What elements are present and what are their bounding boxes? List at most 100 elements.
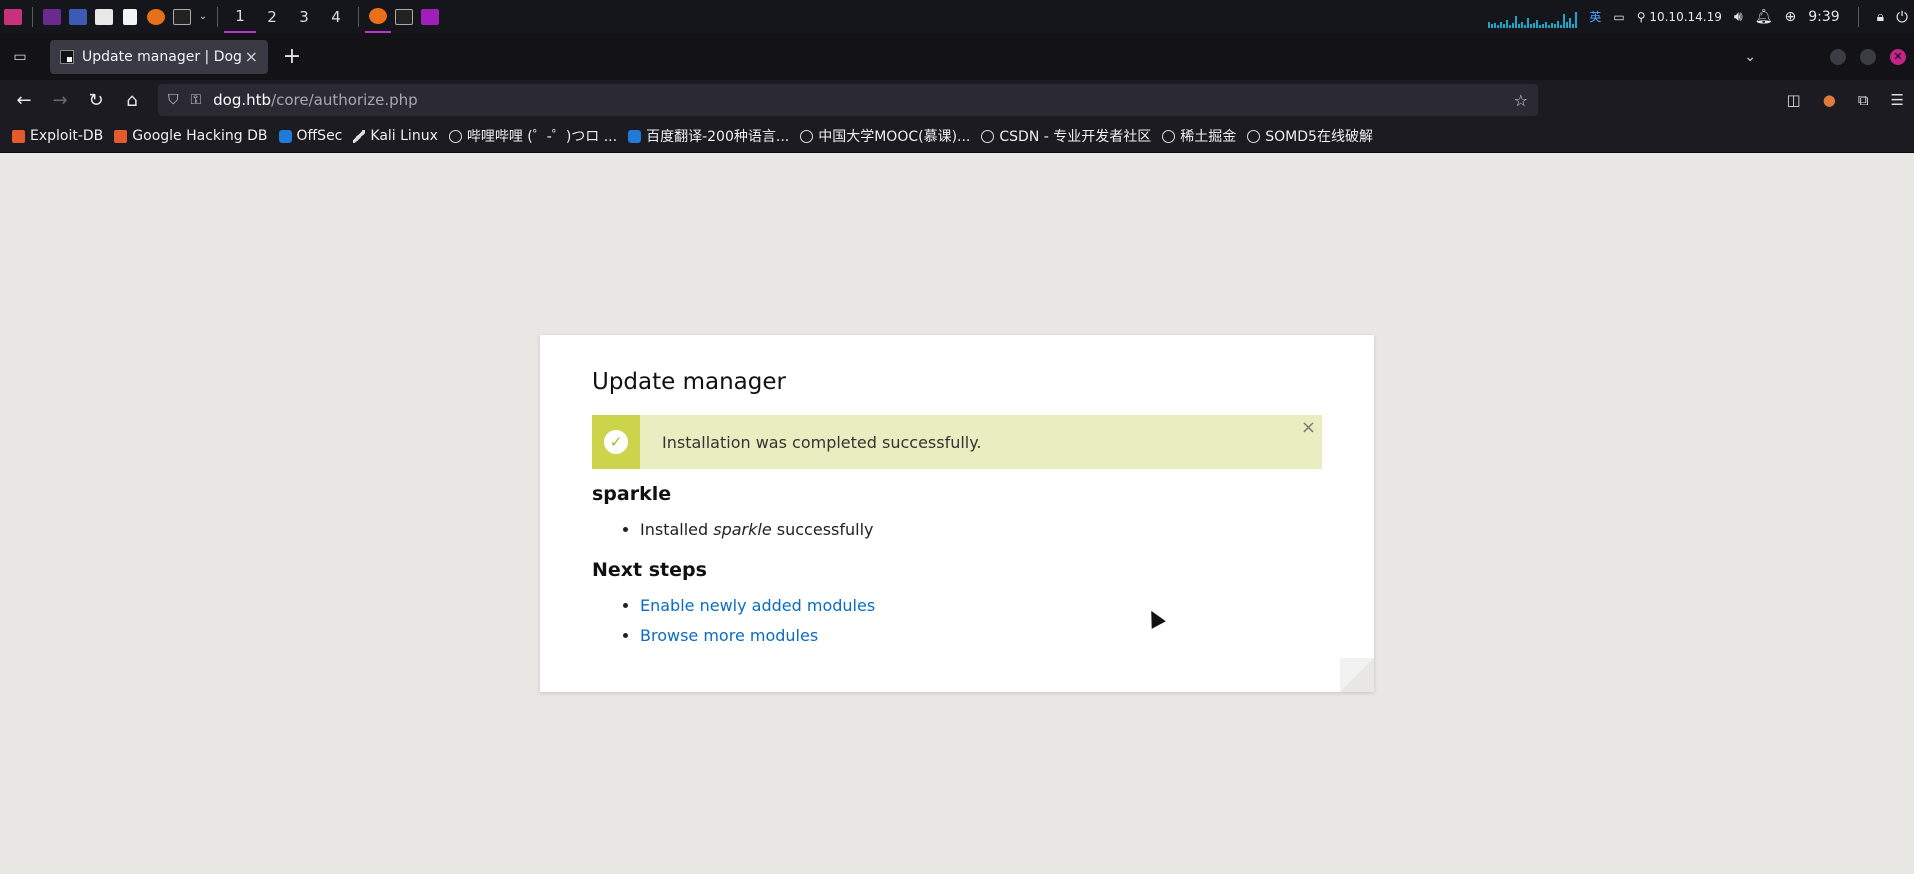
clock[interactable]: 9:39 (1808, 9, 1839, 25)
workspace-1[interactable]: 1 (224, 0, 256, 33)
tab-title: Update manager | Dog (82, 48, 242, 65)
bookmark-icourse163[interactable]: 中国大学MOOC(慕课)... (800, 126, 970, 146)
desktop-app-icon[interactable] (65, 0, 91, 33)
reload-button[interactable]: ↻ (78, 84, 114, 116)
workspace-3[interactable]: 3 (288, 0, 320, 33)
panel-separator (217, 6, 218, 27)
dismiss-message-icon[interactable]: × (1301, 417, 1316, 438)
page-corner-fold (1340, 658, 1374, 692)
terminal-app-icon[interactable] (39, 0, 65, 33)
browse-modules-link[interactable]: Browse more modules (640, 626, 818, 645)
globe-icon (448, 129, 462, 143)
chevron-down-icon[interactable]: ⌄ (195, 0, 211, 33)
panel-separator (358, 6, 359, 27)
bookmark-somd5[interactable]: SOMD5在线破解 (1247, 126, 1373, 146)
status-message: ✓ Installation was completed successfull… (592, 415, 1322, 469)
bookmark-label: CSDN - 专业开发者社区 (999, 129, 1152, 145)
bookmark-exploit-db[interactable]: Exploit-DB (12, 128, 103, 144)
bookmark-label: Google Hacking DB (132, 128, 268, 144)
bookmark-label: 中国大学MOOC(慕课)... (818, 129, 971, 145)
network-status[interactable]: ⚲ 10.10.14.19 (1637, 10, 1722, 24)
bookmark-label: 稀土掘金 (1180, 129, 1237, 145)
enable-modules-link[interactable]: Enable newly added modules (640, 596, 875, 615)
lock-icon[interactable]: 🔒︎ (1877, 9, 1884, 25)
kali-icon (353, 129, 366, 143)
vpn-icon: ⚲ (1636, 9, 1646, 24)
bookmark-kali-linux[interactable]: Kali Linux (353, 128, 438, 144)
url-host: dog.htb (213, 91, 272, 109)
editor-app-icon[interactable] (117, 0, 143, 33)
installed-project-name: sparkle (713, 520, 772, 539)
display-icon[interactable]: ▭ (1613, 10, 1624, 24)
volume-icon[interactable]: 🔊︎ (1734, 9, 1743, 25)
list-all-tabs-icon[interactable]: ⌄ (1744, 49, 1756, 65)
extension-fox-icon[interactable]: ● (1823, 91, 1836, 109)
lock-icon[interactable]: ⚿ (191, 92, 202, 108)
success-badge: ✓ (592, 415, 640, 469)
bookmark-baidu-fanyi[interactable]: 百度翻译-200种语言... (628, 126, 789, 146)
bookmark-label: 百度翻译-200种语言... (646, 129, 790, 145)
bookmark-label: Kali Linux (370, 128, 438, 144)
globe-icon (1247, 129, 1261, 143)
firefox-app-icon[interactable] (143, 0, 169, 33)
browser-tab-bar: ▭ Update manager | Dog × + ⌄ ✕ (0, 33, 1914, 80)
extensions-icon[interactable]: ⧉ (1858, 91, 1869, 109)
next-steps-heading: Next steps (592, 559, 707, 581)
panel-separator (32, 6, 33, 27)
update-manager-card: Update manager ✓ Installation was comple… (540, 335, 1374, 692)
bookmark-star-icon[interactable]: ☆ (1514, 91, 1528, 110)
panel-separator (1857, 6, 1859, 27)
notifications-icon[interactable]: 🔔︎ (1755, 9, 1773, 25)
workspace-2[interactable]: 2 (256, 0, 288, 33)
update-icon[interactable]: ⊕ (1784, 9, 1796, 25)
bookmark-juejin[interactable]: 稀土掘金 (1162, 126, 1236, 146)
globe-icon (981, 129, 995, 143)
site-favicon-icon (60, 49, 74, 64)
folder-window-icon[interactable] (417, 0, 443, 33)
checkmark-icon: ✓ (604, 430, 628, 454)
globe-icon (800, 129, 814, 143)
home-button[interactable]: ⌂ (114, 84, 150, 116)
bookmark-google-hacking-db[interactable]: Google Hacking DB (114, 128, 268, 144)
new-tab-button[interactable]: + (274, 40, 310, 74)
bookmark-label: SOMD5在线破解 (1265, 129, 1373, 145)
power-icon[interactable]: ⏻ (1896, 8, 1908, 26)
page-viewport: Update manager ✓ Installation was comple… (0, 154, 1914, 874)
network-graph (1488, 6, 1578, 28)
kali-menu-icon[interactable] (0, 0, 26, 33)
system-panel: ⌄ 1 2 3 4 英 ▭ ⚲ 10.10.14.19 🔊︎ 🔔︎ ⊕ 9:39… (0, 0, 1914, 33)
bookmarks-bar: Exploit-DB Google Hacking DB OffSec Kali… (0, 120, 1914, 153)
firefox-window-icon[interactable] (365, 0, 391, 33)
bookmark-csdn[interactable]: CSDN - 专业开发者社区 (981, 126, 1151, 146)
pocket-icon[interactable]: ◫ (1787, 91, 1801, 109)
close-window-button[interactable]: ✕ (1890, 48, 1906, 65)
shield-icon[interactable]: ⛉ (168, 92, 179, 108)
back-button[interactable]: ← (6, 84, 42, 116)
workspace-4[interactable]: 4 (320, 0, 352, 33)
baidu-translate-icon (628, 129, 642, 143)
browser-nav-bar: ← → ↻ ⌂ ⛉ ⚿ dog.htb/core/authorize.php ☆… (0, 80, 1914, 120)
bookmark-label: Exploit-DB (30, 128, 104, 144)
ip-address: 10.10.14.19 (1649, 9, 1722, 24)
tab-close-icon[interactable]: × (245, 47, 258, 66)
next-steps-list: Enable newly added modules Browse more m… (640, 591, 1322, 651)
files-app-icon[interactable] (91, 0, 117, 33)
url-path: /core/authorize.php (271, 91, 418, 109)
page-title: Update manager (592, 369, 786, 395)
install-result-prefix: Installed (640, 520, 714, 539)
browser-tab[interactable]: Update manager | Dog × (50, 39, 268, 74)
bookmark-offsec[interactable]: OffSec (278, 128, 343, 144)
forward-button[interactable]: → (42, 84, 78, 116)
bookmark-label: OffSec (296, 128, 343, 144)
ime-indicator[interactable]: 英 (1589, 8, 1601, 25)
menu-icon[interactable]: ☰ (1891, 91, 1904, 109)
terminal-window-icon[interactable] (391, 0, 417, 33)
url-bar[interactable]: ⛉ ⚿ dog.htb/core/authorize.php ☆ (158, 84, 1538, 116)
tab-overview-icon[interactable]: ▭ (0, 33, 40, 80)
bookmark-bilibili[interactable]: 哔哩哔哩 (゜-゜)つロ ... (448, 126, 618, 146)
ghdb-icon (114, 129, 128, 143)
bookmark-label: 哔哩哔哩 (゜-゜)つロ ... (466, 129, 618, 145)
terminal-launcher-icon[interactable] (169, 0, 195, 33)
maximize-window-button[interactable] (1860, 48, 1876, 65)
minimize-window-button[interactable] (1830, 48, 1846, 65)
